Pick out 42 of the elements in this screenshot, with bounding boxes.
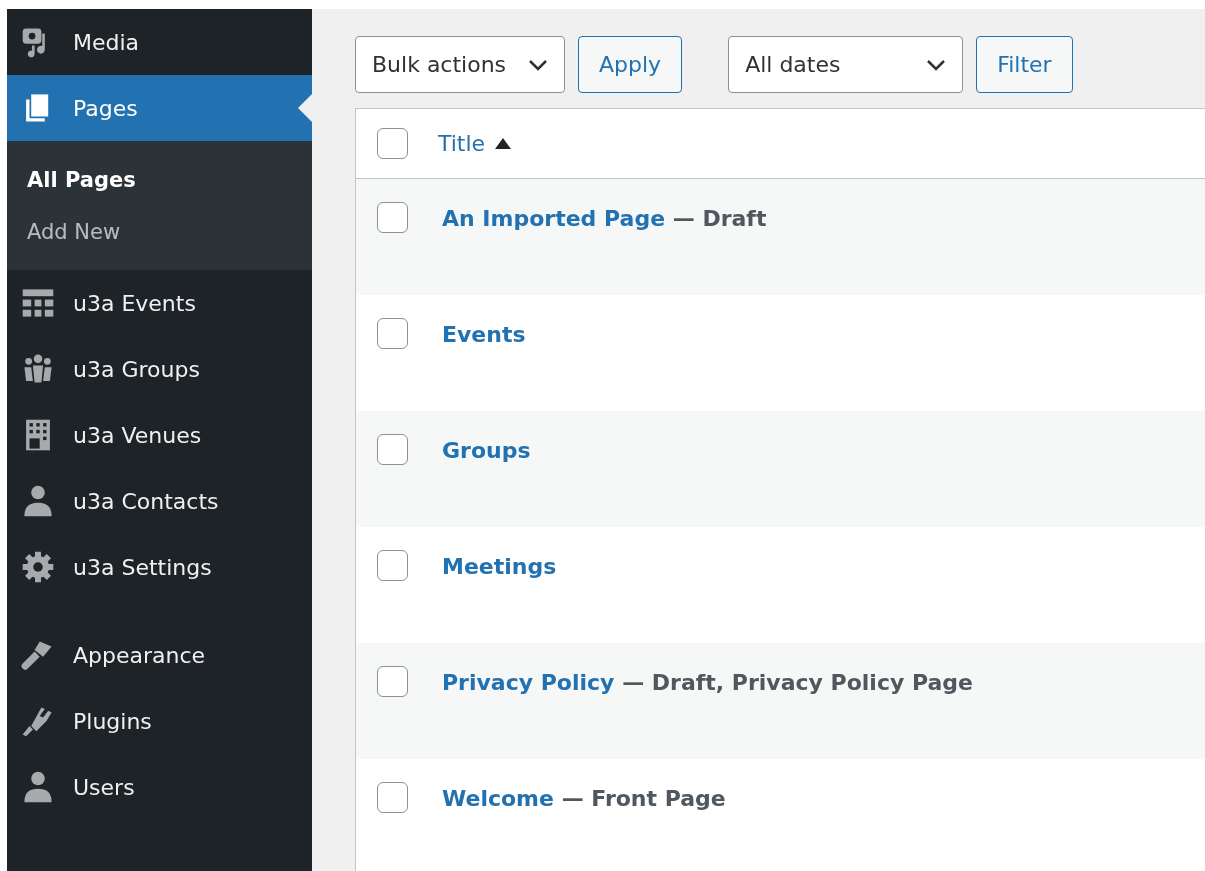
page-link[interactable]: Groups: [442, 438, 531, 463]
checkbox[interactable]: [377, 434, 408, 465]
chevron-icon: [926, 58, 947, 71]
submenu-item[interactable]: Add New: [7, 206, 312, 258]
page-link[interactable]: Welcome: [442, 786, 554, 811]
sort-up-icon: [495, 138, 512, 149]
page-state: — Draft: [672, 206, 767, 231]
menu-item[interactable]: Users: [7, 754, 312, 820]
menu-item[interactable]: Appearance: [7, 622, 312, 688]
page-state: — Draft, Privacy Policy Page: [622, 670, 973, 695]
menu-item[interactable]: u3a Groups: [7, 336, 312, 402]
person-icon: [21, 484, 55, 518]
dropdown[interactable]: Bulk actions: [355, 36, 565, 93]
checkbox[interactable]: [377, 782, 408, 813]
menu-item[interactable]: u3a Contacts: [7, 468, 312, 534]
people-icon: [21, 352, 55, 386]
menu-item[interactable]: u3a Settings: [7, 534, 312, 600]
checkbox[interactable]: [377, 666, 408, 697]
checkbox[interactable]: [377, 128, 408, 159]
button[interactable]: Filter: [976, 36, 1073, 93]
menu-item[interactable]: Media: [7, 9, 312, 75]
chevron-icon: [528, 58, 548, 71]
page-state: — Front Page: [561, 786, 726, 811]
settings-icon: [21, 550, 55, 584]
menu-item[interactable]: u3a Events: [7, 270, 312, 336]
submenu-item[interactable]: All Pages: [7, 155, 312, 207]
page-link[interactable]: Privacy Policy: [442, 670, 615, 695]
menu-item[interactable]: Pages: [7, 75, 312, 141]
page-link[interactable]: Events: [442, 322, 526, 347]
checkbox[interactable]: [377, 550, 408, 581]
plug-icon: [21, 704, 55, 738]
grid-icon: [21, 286, 55, 320]
page-link[interactable]: An Imported Page: [442, 206, 666, 231]
checkbox[interactable]: [377, 202, 408, 233]
current-pointer: [298, 94, 312, 122]
page-link[interactable]: Meetings: [442, 554, 557, 579]
menu-item[interactable]: u3a Venues: [7, 402, 312, 468]
checkbox[interactable]: [377, 318, 408, 349]
menu-item[interactable]: Plugins: [7, 688, 312, 754]
button[interactable]: Apply: [578, 36, 683, 93]
dropdown[interactable]: All dates: [728, 36, 964, 93]
sort-link[interactable]: Title: [438, 127, 512, 160]
